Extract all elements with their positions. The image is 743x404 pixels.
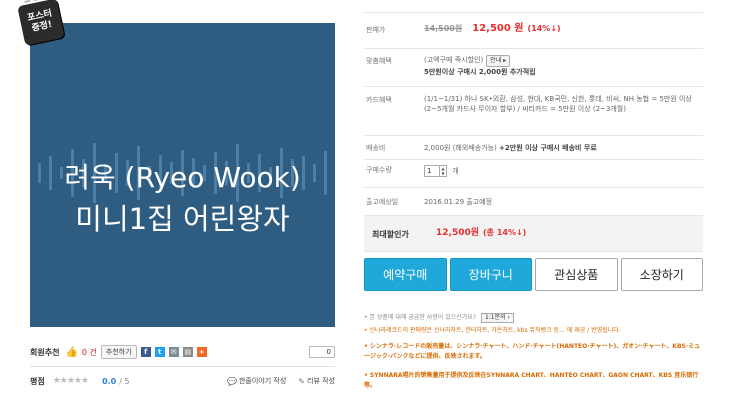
- card-benefit-text: (1/1~1/31) 하나 SK•외환, 삼성, 현대, KB국민, 신한, 롯…: [424, 95, 692, 113]
- notice-line-zh: • SYNNARA唱片的销售量用于提供及反映在SYNNARA CHART、HAN…: [364, 372, 699, 389]
- benefit-guide-button[interactable]: 안내 ▸: [486, 55, 511, 67]
- discount-rate: (14%↓): [527, 24, 561, 33]
- max-discount-label: 최대할인가: [372, 230, 409, 239]
- release-label: 출고예상일: [366, 198, 399, 206]
- benefit-line1: (고액구매 즉시할인): [424, 56, 484, 64]
- recommend-count: 0 건: [81, 347, 97, 357]
- rating-row: 평점 ★★★★★ 0.0 / 5 💬 한줄이야기 작성 ✎ 리뷰 작성: [30, 374, 335, 388]
- recommend-count-box: 0: [309, 346, 335, 358]
- quantity-unit: 개: [452, 167, 459, 175]
- benefit-label: 맞춤혜택: [366, 57, 392, 65]
- row-max-discount: 최대할인가 12,500원 (총 14%↓): [364, 216, 703, 252]
- shipping-label: 배송비: [366, 144, 386, 152]
- sale-price-values: 14,500원 12,500 원 (14%↓): [424, 24, 699, 34]
- cover-title-line2: 미니1집 어린왕자: [75, 202, 290, 236]
- facebook-icon[interactable]: f: [140, 347, 151, 357]
- max-discount-pct: (총 14%↓): [483, 228, 527, 237]
- rating-max: / 5: [119, 376, 130, 386]
- write-one-liner-link[interactable]: 💬 한줄이야기 작성: [227, 376, 286, 386]
- inquiry-line: • 본 상품에 대해 궁금한 사항이 있으신가요? 1:1문의 ›: [364, 313, 703, 323]
- notice-line-ko: • 신나라레코드의 판매량은 신나라차트, 한터차트, 가온차트, kbs 뮤직…: [364, 327, 621, 334]
- cart-button[interactable]: 장바구니: [449, 258, 532, 291]
- rating-label: 평점: [30, 376, 45, 386]
- benefit-line2: 5만원이상 구매시 2,000원 추가적립: [424, 68, 536, 76]
- quantity-spinner[interactable]: ▲ ▼: [440, 165, 447, 177]
- shipping-values: 2,000원 (해외배송가능) +2만원 이상 구매시 배송비 무료: [424, 143, 699, 153]
- write-one-liner-label: 한줄이야기 작성: [238, 377, 287, 385]
- pencil-icon: ✎: [298, 376, 305, 386]
- card-benefit-label: 카드혜택: [366, 96, 392, 104]
- inquiry-button[interactable]: 1:1문의 ›: [480, 313, 514, 323]
- rating-stars: ★★★★★: [52, 376, 89, 386]
- quantity-label: 구매수량: [366, 166, 392, 174]
- release-text: 2016.01.29 출고예정: [424, 198, 493, 206]
- notice-line-ja: • シンナラ·レコードの販売量は、シンナラ·チャート、ハンド·チャート(HANT…: [364, 343, 701, 360]
- collect-button[interactable]: 소장하기: [620, 258, 703, 291]
- badge-binder-ring: [24, 0, 49, 7]
- write-review-label: 리뷰 작성: [307, 377, 335, 385]
- wishlist-button[interactable]: 관심상품: [535, 258, 618, 291]
- row-sale-price: 판매가 14,500원 12,500 원 (14%↓): [364, 12, 703, 49]
- shipping-fee: 2,000원 (해외배송가능): [424, 144, 497, 152]
- row-quantity: 구매수량 1 ▲ ▼ 개: [364, 160, 703, 188]
- album-cover[interactable]: 려욱 (Ryeo Wook) 미니1집 어린왕자: [30, 23, 335, 327]
- spin-down-icon[interactable]: ▼: [440, 171, 446, 176]
- benefit-values: (고액구매 즉시할인) 안내 ▸ 5만원이상 구매시 2,000원 추가적립: [424, 55, 699, 77]
- speech-bubble-icon: 💬: [227, 376, 237, 386]
- write-review-link[interactable]: ✎ 리뷰 작성: [298, 376, 335, 386]
- max-discount-price: 12,500원: [436, 228, 480, 238]
- recommend-label: 회원추천: [30, 347, 60, 357]
- row-shipping: 배송비 2,000원 (해외배송가능) +2만원 이상 구매시 배송비 무료: [364, 136, 703, 160]
- cover-title-line1: 려욱 (Ryeo Wook): [64, 161, 301, 194]
- sale-price: 12,500 원: [472, 23, 524, 34]
- twitter-icon[interactable]: t: [154, 347, 165, 357]
- max-discount-values: 12,500원 (총 14%↓): [436, 228, 699, 238]
- quantity-stepper[interactable]: 1 ▲ ▼ 개: [424, 165, 699, 177]
- row-custom-benefit: 맞춤혜택 (고액구매 즉시할인) 안내 ▸ 5만원이상 구매시 2,000원 추가…: [364, 49, 703, 87]
- member-recommend-row: 회원추천 👍 0 건 추천하기 f t ✉ ▤ + 0: [30, 343, 335, 361]
- shipping-free-condition: +2만원 이상 구매시 배송비 무료: [499, 144, 597, 152]
- list-price: 14,500원: [424, 24, 463, 33]
- rating-score: 0.0: [102, 376, 117, 386]
- sale-price-label: 판매가: [366, 26, 386, 34]
- row-card-benefit: 카드혜택 (1/1~1/31) 하나 SK•외환, 삼성, 현대, KB국민, …: [364, 87, 703, 136]
- purchase-actions: 예약구매 장바구니 관심상품 소장하기: [364, 258, 703, 291]
- recommend-button[interactable]: 추천하기: [100, 345, 137, 359]
- row-release-date: 출고예상일 2016.01.29 출고예정: [364, 188, 703, 216]
- share-plus-icon[interactable]: +: [196, 347, 207, 357]
- quantity-input[interactable]: 1: [424, 165, 440, 177]
- thumbs-up-icon: 👍: [65, 346, 78, 358]
- divider: [30, 366, 335, 367]
- print-icon[interactable]: ▤: [182, 347, 193, 357]
- inquiry-question: • 본 상품에 대해 궁금한 사항이 있으신가요?: [364, 314, 477, 321]
- preorder-button[interactable]: 예약구매: [364, 258, 447, 291]
- poster-gift-badge: 포스터 증정!: [17, 0, 65, 46]
- email-icon[interactable]: ✉: [168, 347, 179, 357]
